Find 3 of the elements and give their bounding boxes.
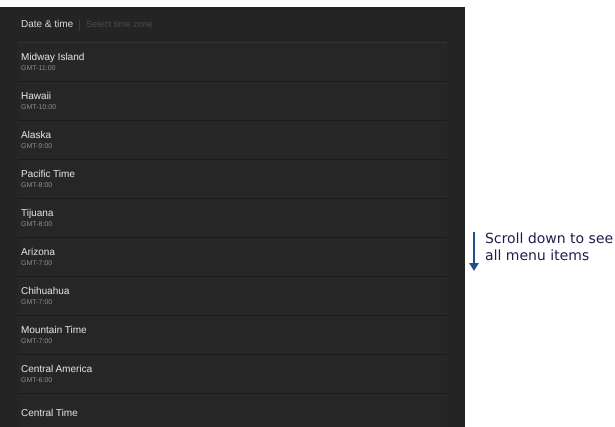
screen-title: Date & time [20,18,74,32]
scroll-hint-text: Scroll down to see all menu items [485,231,614,265]
down-arrow-icon [469,232,479,272]
